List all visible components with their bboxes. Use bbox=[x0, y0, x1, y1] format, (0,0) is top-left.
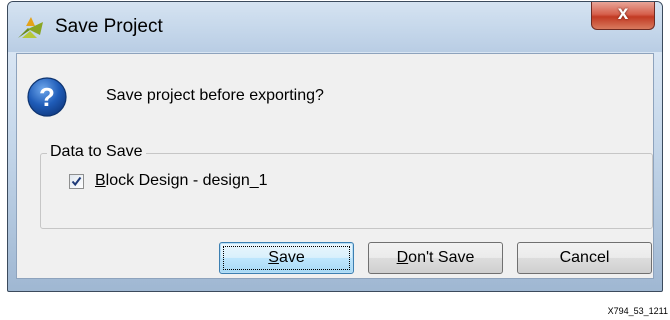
svg-text:?: ? bbox=[39, 82, 55, 112]
cancel-button[interactable]: Cancel bbox=[517, 242, 652, 274]
block-design-label[interactable]: Block Design - design_1 bbox=[95, 172, 268, 190]
close-button[interactable]: x bbox=[591, 2, 655, 30]
save-button[interactable]: Save bbox=[219, 242, 354, 274]
save-mnemonic: S bbox=[268, 249, 279, 266]
title-bar[interactable]: Save Project x bbox=[8, 2, 662, 52]
cancel-label: Cancel bbox=[559, 249, 610, 266]
close-icon: x bbox=[617, 3, 629, 24]
dont-save-label: Don't Save bbox=[397, 249, 475, 266]
checkmark-icon bbox=[71, 176, 82, 187]
window-title: Save Project bbox=[55, 16, 163, 37]
question-icon: ? bbox=[26, 76, 68, 118]
figure-id: X794_53_1211 bbox=[607, 306, 668, 316]
block-design-checkbox[interactable] bbox=[69, 174, 84, 189]
label-rest: lock Design - design_1 bbox=[105, 172, 268, 189]
dont-save-label-rest: on't Save bbox=[408, 249, 475, 266]
vivado-logo-icon bbox=[16, 14, 46, 40]
group-title: Data to Save bbox=[47, 143, 146, 161]
dont-save-mnemonic: D bbox=[396, 249, 409, 266]
save-label-rest: ave bbox=[278, 249, 305, 266]
dont-save-button[interactable]: Don't Save bbox=[368, 242, 503, 274]
dialog-message: Save project before exporting? bbox=[106, 87, 324, 104]
data-to-save-group bbox=[40, 153, 653, 229]
mnemonic-b: B bbox=[95, 172, 106, 189]
save-label: Save bbox=[268, 249, 304, 266]
